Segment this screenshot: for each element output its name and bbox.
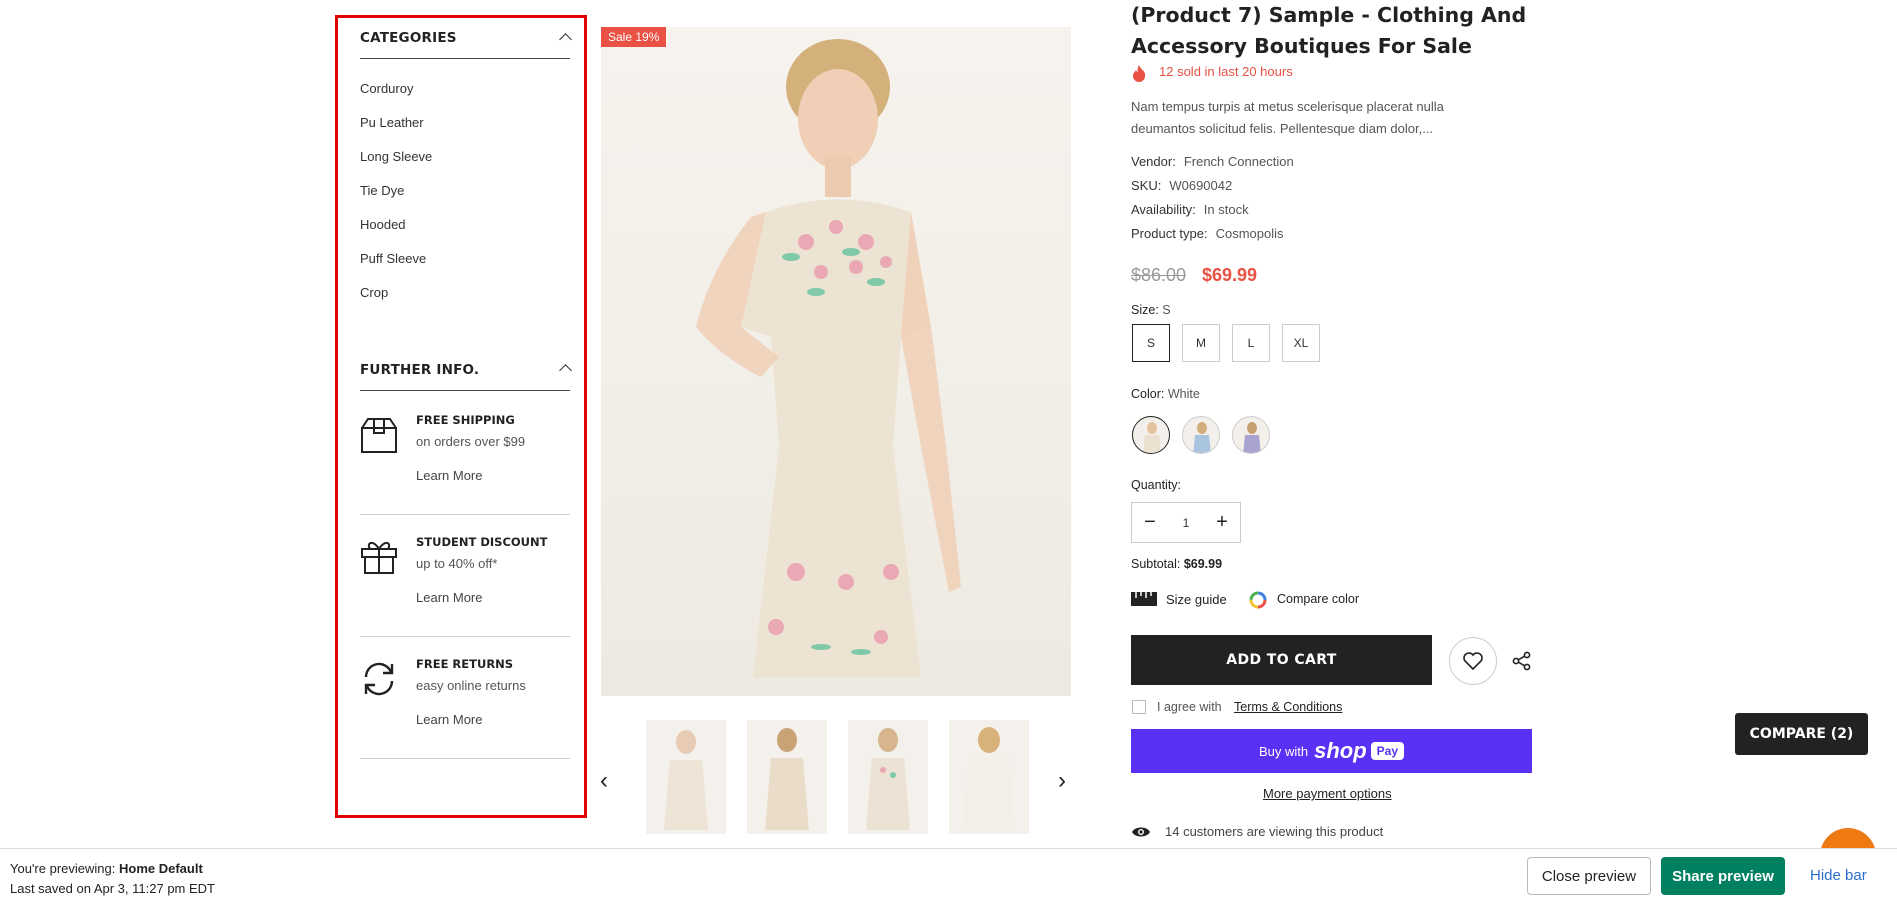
agree-text: I agree with xyxy=(1157,700,1222,714)
ruler-icon[interactable] xyxy=(1131,592,1157,611)
info-subtitle-returns: easy online returns xyxy=(416,678,526,693)
category-item-hooded[interactable]: Hooded xyxy=(360,217,406,232)
gift-icon xyxy=(360,537,398,580)
category-item-pu-leather[interactable]: Pu Leather xyxy=(360,115,424,130)
size-option-xl[interactable]: XL xyxy=(1282,324,1320,362)
more-payment-options-link[interactable]: More payment options xyxy=(1263,786,1392,801)
product-description: Nam tempus turpis at metus scelerisque p… xyxy=(1131,99,1444,136)
product-thumbnail[interactable] xyxy=(949,720,1029,834)
product-thumbnail[interactable] xyxy=(646,720,726,834)
quantity-stepper: − 1 + xyxy=(1131,502,1241,543)
color-wheel-icon[interactable] xyxy=(1249,591,1267,614)
previewing-text: You're previewing: Home Default xyxy=(10,861,203,876)
learn-more-link-student[interactable]: Learn More xyxy=(416,590,482,605)
availability-row: Availability: In stock xyxy=(1131,202,1249,217)
info-divider xyxy=(360,758,570,759)
terms-link[interactable]: Terms & Conditions xyxy=(1234,700,1342,714)
size-option-m[interactable]: M xyxy=(1182,324,1220,362)
eye-icon xyxy=(1131,825,1151,844)
wishlist-button[interactable] xyxy=(1449,637,1497,685)
compare-color-link[interactable]: Compare color xyxy=(1277,592,1359,606)
size-option-l[interactable]: L xyxy=(1232,324,1270,362)
info-title-returns: FREE RETURNS xyxy=(416,657,514,671)
category-item-corduroy[interactable]: Corduroy xyxy=(360,81,413,96)
size-guide-link[interactable]: Size guide xyxy=(1166,592,1227,607)
info-divider xyxy=(360,514,570,515)
product-title: (Product 7) Sample - Clothing And Access… xyxy=(1131,3,1527,58)
info-title-shipping: FREE SHIPPING xyxy=(416,413,515,427)
compare-float-button[interactable]: COMPARE (2) xyxy=(1735,713,1868,755)
sale-badge: Sale 19% xyxy=(601,27,667,47)
sold-count-text: 12 sold in last 20 hours xyxy=(1159,64,1293,79)
color-label: Color: White xyxy=(1131,387,1200,401)
info-title-student: STUDENT DISCOUNT xyxy=(416,535,548,549)
further-info-divider xyxy=(360,390,570,391)
categories-heading[interactable]: CATEGORIES xyxy=(360,30,457,46)
close-preview-button[interactable]: Close preview xyxy=(1527,857,1651,895)
share-preview-button[interactable]: Share preview xyxy=(1661,857,1785,895)
size-label: Size: S xyxy=(1131,303,1171,317)
terms-checkbox[interactable] xyxy=(1132,700,1146,714)
learn-more-link-shipping[interactable]: Learn More xyxy=(416,468,482,483)
buy-with-text: Buy with xyxy=(1258,743,1309,759)
add-to-cart-button[interactable]: ADD TO CART xyxy=(1131,635,1432,685)
heart-icon xyxy=(1463,652,1483,670)
quantity-value[interactable]: 1 xyxy=(1183,516,1190,530)
category-item-puff-sleeve[interactable]: Puff Sleeve xyxy=(360,251,426,266)
color-swatch-purple[interactable] xyxy=(1232,416,1270,454)
learn-more-link-returns[interactable]: Learn More xyxy=(416,712,482,727)
sku-row: SKU: W0690042 xyxy=(1131,178,1233,193)
chevron-left-icon[interactable]: ‹ xyxy=(600,767,608,795)
quantity-label: Quantity: xyxy=(1131,478,1182,492)
box-icon xyxy=(360,416,398,459)
product-thumbnail[interactable] xyxy=(747,720,827,834)
fire-icon xyxy=(1131,64,1147,87)
info-subtitle-student: up to 40% off* xyxy=(416,556,498,571)
product-thumbnail[interactable] xyxy=(848,720,928,834)
preview-bar: You're previewing: Home Default Last sav… xyxy=(0,848,1897,904)
color-swatch-blue[interactable] xyxy=(1182,416,1220,454)
shop-pay-button[interactable]: Buy with shop Pay xyxy=(1131,729,1532,773)
category-item-long-sleeve[interactable]: Long Sleeve xyxy=(360,149,432,164)
shop-logo-text: shop xyxy=(1314,738,1367,763)
compare-at-price: $86.00 xyxy=(1131,265,1187,285)
refresh-icon xyxy=(360,660,398,703)
category-item-tie-dye[interactable]: Tie Dye xyxy=(360,183,404,198)
product-type-row: Product type: Cosmopolis xyxy=(1131,226,1284,241)
info-divider xyxy=(360,636,570,637)
viewers-text: 14 customers are viewing this product xyxy=(1165,824,1384,839)
subtotal-row: Subtotal: $69.99 xyxy=(1131,557,1223,571)
sale-price: $69.99 xyxy=(1202,265,1258,285)
product-main-image[interactable] xyxy=(601,27,1071,696)
category-item-crop[interactable]: Crop xyxy=(360,285,388,300)
minus-icon[interactable]: − xyxy=(1140,511,1160,533)
hide-bar-link[interactable]: Hide bar xyxy=(1810,867,1867,884)
size-option-s[interactable]: S xyxy=(1132,324,1170,362)
vendor-row: Vendor: French Connection xyxy=(1131,154,1294,169)
info-subtitle-shipping: on orders over $99 xyxy=(416,434,526,449)
further-info-heading[interactable]: FURTHER INFO. xyxy=(360,362,479,378)
chevron-right-icon[interactable]: › xyxy=(1058,767,1066,795)
last-saved-text: Last saved on Apr 3, 11:27 pm EDT xyxy=(10,881,215,896)
categories-divider xyxy=(360,58,570,59)
color-swatch-white[interactable] xyxy=(1132,416,1170,454)
plus-icon[interactable]: + xyxy=(1212,511,1232,533)
share-icon[interactable] xyxy=(1512,651,1532,676)
pay-badge: Pay xyxy=(1370,742,1405,760)
